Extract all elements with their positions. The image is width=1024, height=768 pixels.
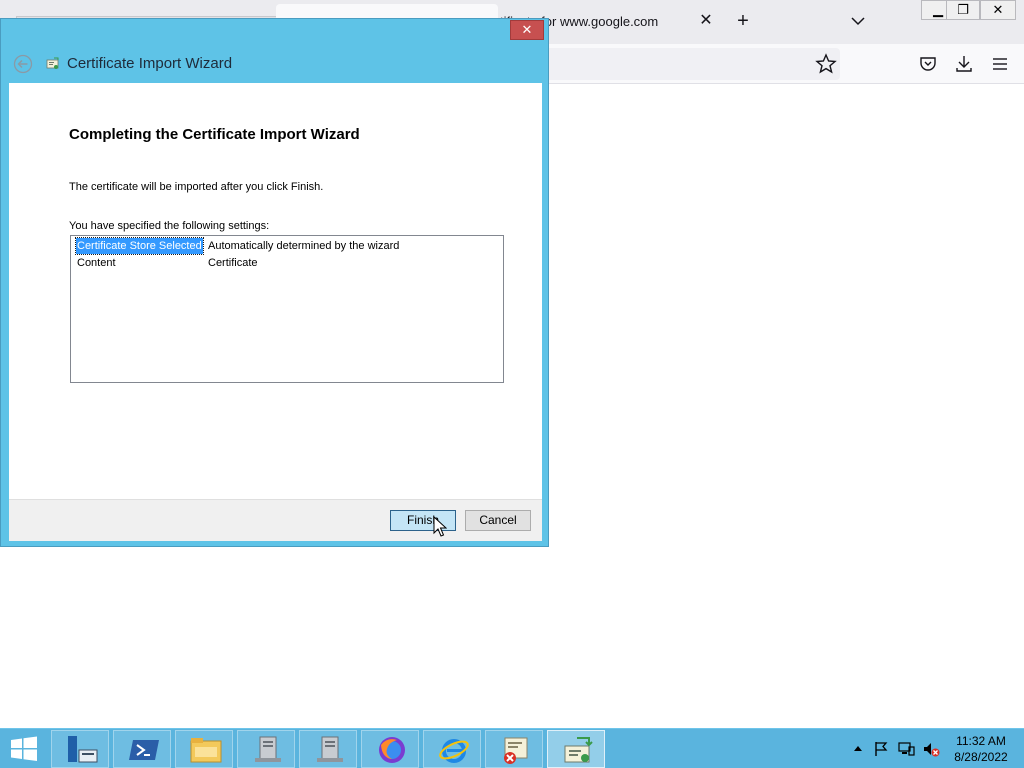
back-arrow-icon[interactable]: [13, 54, 33, 74]
cancel-button[interactable]: Cancel: [465, 510, 531, 531]
certificate-manager-icon: [504, 737, 528, 764]
powershell-icon: [129, 740, 159, 760]
mouse-cursor-icon: [433, 516, 447, 537]
file-explorer-icon: [190, 738, 222, 763]
server-app-icon: [317, 736, 343, 762]
settings-row-value: Certificate: [208, 257, 258, 269]
chevron-down-icon[interactable]: [848, 10, 868, 32]
action-center-flag-icon[interactable]: [872, 740, 890, 758]
start-icon[interactable]: [8, 735, 40, 763]
taskbar-server-app[interactable]: [299, 730, 357, 768]
taskbar-firefox[interactable]: [361, 730, 419, 768]
taskbar-server-manager[interactable]: [51, 730, 109, 768]
clock-date: 8/28/2022: [954, 750, 1008, 764]
taskbar: 11:32 AM 8/28/2022: [0, 728, 1024, 768]
taskbar-file-explorer[interactable]: [175, 730, 233, 768]
taskbar-server-app[interactable]: [237, 730, 295, 768]
settings-label: You have specified the following setting…: [69, 220, 270, 232]
url-bar[interactable]: [540, 48, 840, 80]
tray-expand-arrow-icon[interactable]: [849, 740, 867, 758]
bookmark-star-icon[interactable]: [814, 52, 838, 76]
clock-time: 11:32 AM: [956, 734, 1006, 748]
server-app-icon: [255, 736, 281, 762]
maximize-button[interactable]: ❐: [946, 0, 980, 20]
certificate-wizard-icon: [46, 57, 59, 69]
dialog-title: Certificate Import Wizard: [67, 55, 233, 72]
settings-row-key[interactable]: Content: [76, 255, 117, 271]
browser-tab-close-icon[interactable]: ✕: [697, 11, 715, 31]
system-clock[interactable]: 11:32 AM 8/28/2022: [946, 733, 1016, 765]
certificate-import-wizard-dialog: ✕ Certificate Import Wizard Completing t…: [0, 18, 549, 547]
taskbar-certificate-manager[interactable]: [485, 730, 543, 768]
taskbar-powershell[interactable]: [113, 730, 171, 768]
page-heading: Completing the Certificate Import Wizard: [69, 126, 360, 143]
firefox-icon: [379, 737, 405, 763]
settings-list[interactable]: Certificate Store Selected Automatically…: [70, 235, 504, 383]
pocket-icon[interactable]: [916, 52, 940, 76]
dialog-content: Completing the Certificate Import Wizard…: [9, 83, 542, 499]
new-tab-icon[interactable]: +: [733, 10, 753, 32]
menu-icon[interactable]: [988, 52, 1012, 76]
taskbar-certificate-import[interactable]: [547, 730, 605, 768]
window-close-button[interactable]: ✕: [980, 0, 1016, 20]
dialog-header: Certificate Import Wizard: [9, 43, 542, 83]
volume-muted-icon[interactable]: [922, 740, 940, 758]
settings-row-value: Automatically determined by the wizard: [208, 240, 400, 252]
settings-row-key[interactable]: Certificate Store Selected: [75, 237, 204, 255]
dialog-footer: Finish Cancel: [9, 499, 542, 541]
internet-explorer-icon: [439, 739, 469, 763]
downloads-icon[interactable]: [952, 52, 976, 76]
certificate-import-icon: [564, 737, 593, 763]
taskbar-internet-explorer[interactable]: [423, 730, 481, 768]
server-manager-icon: [68, 736, 98, 763]
info-text: The certificate will be imported after y…: [69, 181, 324, 193]
network-icon[interactable]: [897, 740, 915, 758]
dialog-close-button[interactable]: ✕: [510, 20, 544, 40]
